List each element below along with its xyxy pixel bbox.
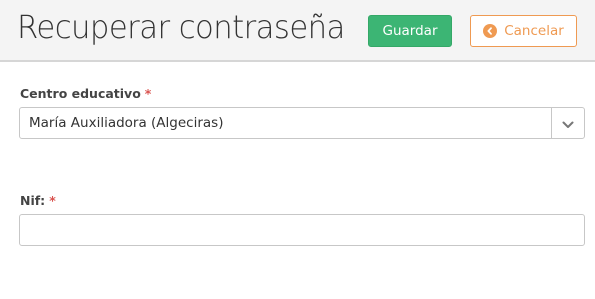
page-title: Recuperar contraseña bbox=[17, 8, 345, 46]
nif-label: Nif: * bbox=[20, 193, 56, 208]
circle-chevron-left-icon bbox=[483, 24, 498, 38]
save-button[interactable]: Guardar bbox=[368, 15, 452, 47]
centro-educativo-select[interactable]: María Auxiliadora (Algeciras) bbox=[19, 107, 585, 139]
dropdown-toggle[interactable] bbox=[551, 108, 584, 138]
centro-educativo-selected-value: María Auxiliadora (Algeciras) bbox=[29, 115, 224, 131]
save-button-label: Guardar bbox=[382, 23, 438, 39]
centro-educativo-label-text: Centro educativo bbox=[20, 86, 141, 101]
nif-label-text: Nif: bbox=[20, 193, 46, 208]
cancel-button[interactable]: Cancelar bbox=[470, 15, 577, 47]
nif-input[interactable] bbox=[19, 214, 585, 246]
chevron-down-icon bbox=[562, 114, 574, 133]
centro-educativo-label: Centro educativo * bbox=[20, 86, 151, 101]
required-mark: * bbox=[144, 86, 152, 101]
page-header: Recuperar contraseña Guardar Cancelar bbox=[0, 0, 595, 62]
required-mark: * bbox=[49, 193, 56, 208]
cancel-button-label: Cancelar bbox=[504, 23, 564, 39]
